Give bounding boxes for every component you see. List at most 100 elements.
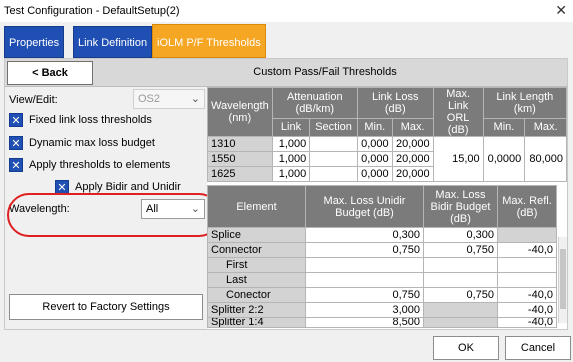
close-icon[interactable]: ✕ xyxy=(555,2,567,19)
chevron-down-icon: ⌄ xyxy=(190,93,200,105)
cell-refl[interactable]: -40,0 xyxy=(497,317,557,328)
table-row: First xyxy=(207,257,557,273)
cell-section[interactable] xyxy=(309,136,358,152)
check-apply-thresholds[interactable]: ✕ Apply thresholds to elements xyxy=(9,156,170,174)
cell-link[interactable]: 1,000 xyxy=(271,166,311,182)
cancel-button[interactable]: Cancel xyxy=(505,336,571,360)
sub-min: Min. xyxy=(356,117,393,138)
col-link-length: Link Length (km) xyxy=(482,87,568,119)
cell-min[interactable]: 0,000 xyxy=(356,151,393,167)
check-label: Apply Bidir and Unidir xyxy=(75,181,181,193)
table-row: Last xyxy=(207,272,557,288)
cell-refl[interactable]: -40,0 xyxy=(497,242,557,258)
back-button[interactable]: < Back xyxy=(7,61,93,85)
sub-len-max: Max. xyxy=(524,117,567,138)
table-row: Conector 0,750 0,750 -40,0 xyxy=(207,287,557,303)
cell-unidir[interactable]: 3,000 xyxy=(305,302,424,318)
sub-max: Max. xyxy=(391,117,434,138)
check-label: Dynamic max loss budget xyxy=(29,137,155,149)
cell-min[interactable]: 0,000 xyxy=(356,136,393,152)
panel-title: Custom Pass/Fail Thresholds xyxy=(253,66,397,78)
checkbox-checked-icon[interactable]: ✕ xyxy=(9,136,23,150)
check-dynamic-budget[interactable]: ✕ Dynamic max loss budget xyxy=(9,134,155,152)
view-edit-row: View/Edit: xyxy=(9,91,58,109)
element-table-scrollbar[interactable] xyxy=(558,237,567,323)
sub-section: Section xyxy=(309,117,358,138)
chevron-down-icon: ⌄ xyxy=(190,203,200,215)
col-bidir-budget: Max. Loss Bidir Budget (dB) xyxy=(423,185,498,228)
col-attenuation: Attenuation (dB/km) xyxy=(271,87,358,119)
cell-element: Splitter 1:4 xyxy=(207,317,306,328)
check-fixed-link-loss[interactable]: ✕ Fixed link loss thresholds xyxy=(9,111,152,129)
tab-link-definition[interactable]: Link Definition xyxy=(73,26,153,58)
cell-refl[interactable] xyxy=(497,257,557,273)
cell-bidir[interactable]: 0,750 xyxy=(423,242,498,258)
ok-button[interactable]: OK xyxy=(433,336,499,360)
check-label: Apply thresholds to elements xyxy=(29,159,171,171)
scrollbar-thumb[interactable] xyxy=(560,249,566,309)
cell-bidir xyxy=(423,302,498,318)
cell-wl: 1550 xyxy=(207,151,273,167)
table-row: Connector 0,750 0,750 -40,0 xyxy=(207,242,557,258)
cell-element: Splitter 2:2 xyxy=(207,302,306,318)
cell-min[interactable]: 0,000 xyxy=(356,166,393,182)
cell-max[interactable]: 20,000 xyxy=(391,136,434,152)
col-max-link-orl: Max. Link ORL (dB) xyxy=(432,87,484,137)
cell-section[interactable] xyxy=(309,151,358,167)
cell-unidir[interactable]: 0,750 xyxy=(305,287,424,303)
col-link-loss: Link Loss (dB) xyxy=(356,87,434,119)
cell-wl: 1310 xyxy=(207,136,273,152)
cell-wl: 1625 xyxy=(207,166,273,182)
cell-refl xyxy=(497,227,557,243)
col-unidir-budget: Max. Loss Unidir Budget (dB) xyxy=(305,185,424,228)
cell-max[interactable]: 20,000 xyxy=(391,166,434,182)
cell-element: Connector xyxy=(207,242,306,258)
cell-len-min[interactable]: 0,0000 xyxy=(482,136,526,182)
checkbox-checked-icon[interactable]: ✕ xyxy=(9,113,23,127)
checkbox-checked-icon[interactable]: ✕ xyxy=(55,180,69,194)
cell-unidir[interactable]: 0,300 xyxy=(305,227,424,243)
wavelength-label: Wavelength: xyxy=(9,203,70,215)
cell-max[interactable]: 20,000 xyxy=(391,151,434,167)
cell-element: Last xyxy=(207,272,306,288)
wavelength-thresholds-table: Wavelength (nm) Attenuation (dB/km) Link… xyxy=(207,87,568,182)
cell-section[interactable] xyxy=(309,166,358,182)
table-row: 1310 1,000 0,000 20,000 15,00 0,0000 80,… xyxy=(207,136,567,182)
cell-element: Conector xyxy=(207,287,306,303)
sub-link: Link xyxy=(271,117,311,138)
cell-bidir[interactable]: 0,750 xyxy=(423,287,498,303)
cell-link[interactable]: 1,000 xyxy=(271,136,311,152)
cell-unidir[interactable]: 8,500 xyxy=(305,317,424,328)
left-options: View/Edit: OS2 ⌄ ✕ Fixed link loss thres… xyxy=(5,87,207,329)
cell-refl[interactable] xyxy=(497,272,557,288)
table-row: Splitter 2:2 3,000 -40,0 xyxy=(207,302,557,318)
window-title: Test Configuration - DefaultSetup(2) xyxy=(4,5,180,17)
title-bar: Test Configuration - DefaultSetup(2) ✕ xyxy=(0,0,573,22)
view-edit-select[interactable]: OS2 ⌄ xyxy=(133,89,205,109)
table-row: Splice 0,300 0,300 xyxy=(207,227,557,243)
view-edit-label: View/Edit: xyxy=(9,94,58,106)
revert-factory-button[interactable]: Revert to Factory Settings xyxy=(9,294,203,320)
wavelength-select[interactable]: All ⌄ xyxy=(141,199,205,219)
tab-iolm-pf-thresholds[interactable]: iOLM P/F Thresholds xyxy=(152,24,266,58)
cell-len-max[interactable]: 80,000 xyxy=(524,136,567,182)
table-row: Splitter 1:4 8,500 -40,0 xyxy=(207,317,557,328)
sub-len-min: Min. xyxy=(482,117,526,138)
view-edit-value: OS2 xyxy=(138,93,161,105)
cell-link[interactable]: 1,000 xyxy=(271,151,311,167)
cell-refl[interactable]: -40,0 xyxy=(497,302,557,318)
cell-unidir[interactable] xyxy=(305,272,424,288)
cell-bidir[interactable]: 0,300 xyxy=(423,227,498,243)
cell-unidir[interactable] xyxy=(305,257,424,273)
col-wavelength: Wavelength (nm) xyxy=(207,87,273,137)
tab-strip: Properties Link Definition iOLM P/F Thre… xyxy=(0,22,573,58)
cell-bidir[interactable] xyxy=(423,257,498,273)
checkbox-checked-icon[interactable]: ✕ xyxy=(9,158,23,172)
wavelength-value: All xyxy=(146,203,159,215)
cell-refl[interactable]: -40,0 xyxy=(497,287,557,303)
cell-bidir[interactable] xyxy=(423,272,498,288)
cell-unidir[interactable]: 0,750 xyxy=(305,242,424,258)
cell-orl[interactable]: 15,00 xyxy=(432,136,484,182)
check-bidir-unidir[interactable]: ✕ Apply Bidir and Unidir xyxy=(55,178,181,196)
tab-properties[interactable]: Properties xyxy=(4,26,65,58)
